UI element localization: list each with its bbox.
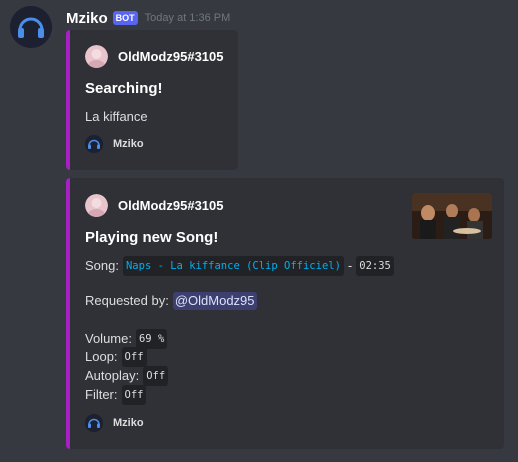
embed-title: Searching! xyxy=(85,80,163,97)
song-duration: 02:35 xyxy=(356,256,394,276)
filter-line: Filter: Off xyxy=(85,385,147,405)
author-avatar xyxy=(85,45,108,68)
volume-label: Volume: xyxy=(85,331,132,346)
embed-author: OldModz95#3105 xyxy=(85,194,224,217)
song-line: Song: Naps - La kiffance (Clip Officiel)… xyxy=(85,256,394,276)
loop-line: Loop: Off xyxy=(85,347,147,367)
autoplay-value: Off xyxy=(143,366,169,386)
bot-avatar[interactable] xyxy=(10,6,52,48)
user-mention[interactable]: @OldModz95 xyxy=(172,292,257,310)
loop-value: Off xyxy=(121,347,147,367)
embed-description: La kiffance xyxy=(85,109,148,124)
song-link[interactable]: Naps - La kiffance (Clip Officiel) xyxy=(122,256,344,276)
autoplay-line: Autoplay: Off xyxy=(85,366,169,386)
headphones-icon xyxy=(85,414,103,432)
song-separator: - xyxy=(347,258,353,273)
embed-title: Playing new Song! xyxy=(85,229,219,246)
headphones-icon xyxy=(85,135,103,153)
searching-embed: OldModz95#3105 Searching! La kiffance Mz… xyxy=(66,30,238,170)
now-playing-embed: OldModz95#3105 Playing new Song! Song: N… xyxy=(66,178,504,449)
bot-username[interactable]: Mziko xyxy=(66,10,108,27)
embed-footer: Mziko xyxy=(85,135,144,153)
author-avatar xyxy=(85,194,108,217)
author-name: OldModz95#3105 xyxy=(118,198,224,213)
bot-badge: BOT xyxy=(112,11,138,25)
video-thumbnail-image[interactable] xyxy=(412,193,492,239)
song-label: Song: xyxy=(85,258,119,273)
message-timestamp[interactable]: Today at 1:36 PM xyxy=(145,12,231,24)
volume-value: 69 % xyxy=(135,329,168,349)
filter-label: Filter: xyxy=(85,387,118,402)
autoplay-label: Autoplay: xyxy=(85,368,140,383)
message-header: Mziko BOT Today at 1:36 PM xyxy=(66,8,230,28)
embed-author: OldModz95#3105 xyxy=(85,45,224,68)
requested-label: Requested by: xyxy=(85,293,169,308)
footer-text: Mziko xyxy=(113,417,144,429)
footer-text: Mziko xyxy=(113,138,144,150)
volume-line: Volume: 69 % xyxy=(85,329,168,349)
author-name: OldModz95#3105 xyxy=(118,49,224,64)
embed-footer: Mziko xyxy=(85,414,144,432)
headphones-icon xyxy=(10,6,52,48)
requested-line: Requested by: @OldModz95 xyxy=(85,292,257,310)
filter-value: Off xyxy=(121,385,147,405)
loop-label: Loop: xyxy=(85,349,118,364)
